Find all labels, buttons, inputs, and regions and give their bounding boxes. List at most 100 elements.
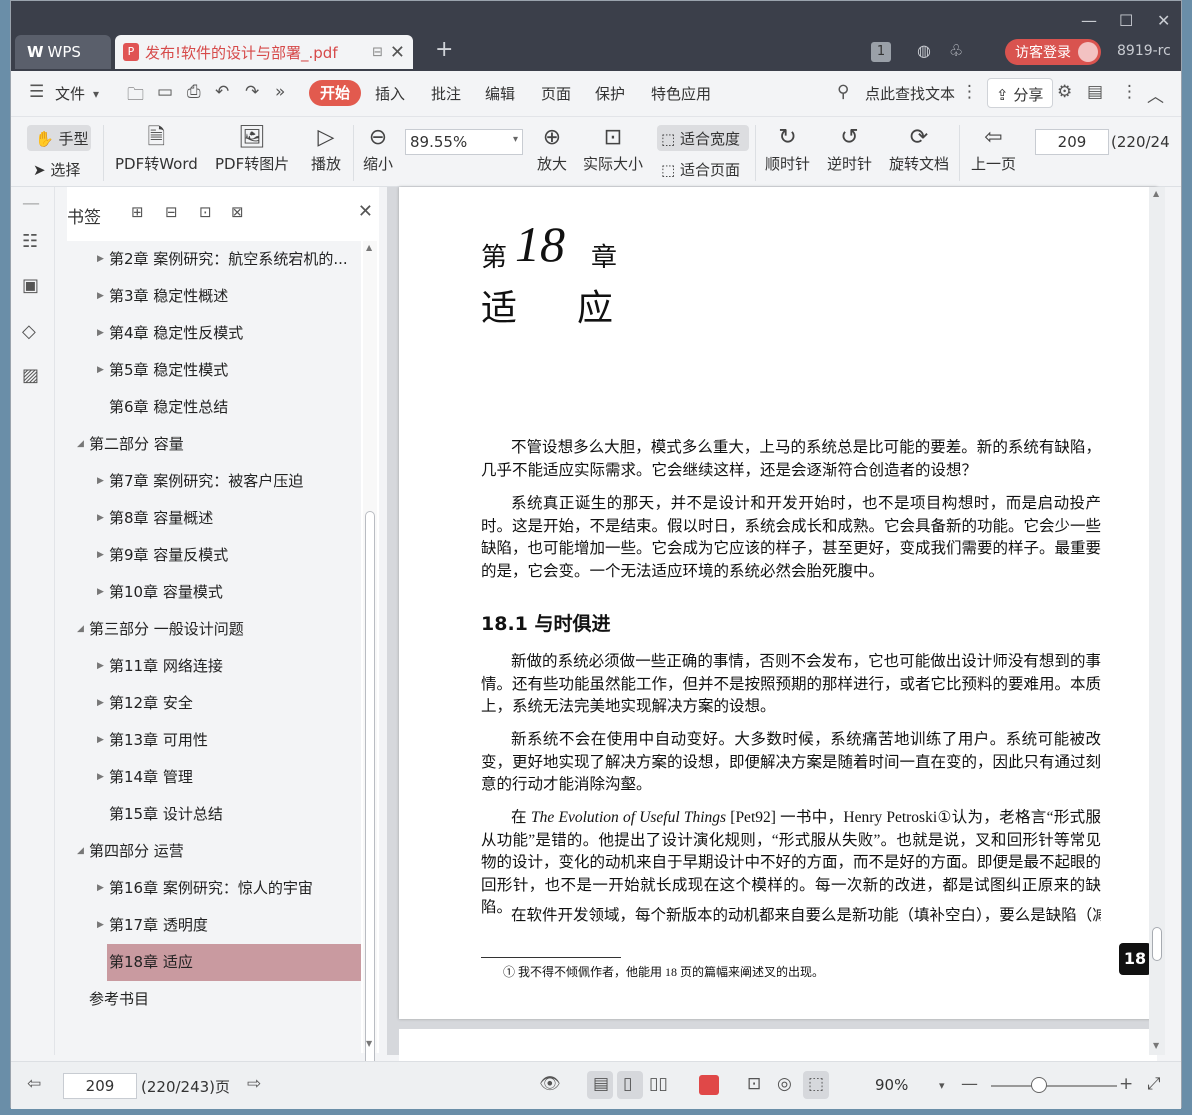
- expand-arrow-icon[interactable]: ▶: [97, 648, 104, 685]
- zoom-out-icon[interactable]: —: [961, 1074, 978, 1094]
- prev-page-icon[interactable]: ⇦: [27, 1074, 41, 1094]
- minimize-icon[interactable]: —: [1081, 11, 1097, 30]
- expand-arrow-icon[interactable]: ▶: [97, 463, 104, 500]
- rotate-document-button[interactable]: ⟳ 旋转文档: [889, 123, 949, 174]
- menu-annotate[interactable]: 批注: [431, 83, 461, 104]
- zoom-dropdown-icon[interactable]: ▾: [939, 1079, 945, 1092]
- zoom-out-button[interactable]: ⊖ 缩小: [363, 123, 393, 174]
- expand-bookmark-icon[interactable]: ⊡: [199, 203, 212, 221]
- zoom-level[interactable]: 90%: [875, 1076, 908, 1094]
- expand-arrow-icon[interactable]: ▶: [97, 870, 104, 907]
- tab-wps-home[interactable]: W WPS: [15, 35, 111, 69]
- collapse-arrow-icon[interactable]: ◢: [77, 833, 84, 870]
- bookmark-scrollbar[interactable]: ▲ ▼: [363, 241, 377, 1081]
- rotate-counterclockwise-button[interactable]: ↺ 逆时针: [827, 123, 872, 174]
- bookmark-item[interactable]: ▶ 第4章 稳定性反模式: [91, 315, 357, 352]
- expand-arrow-icon[interactable]: ▶: [97, 500, 104, 537]
- expand-arrow-icon[interactable]: ▶: [97, 537, 104, 574]
- expand-arrow-icon[interactable]: ▶: [97, 315, 104, 352]
- image-extract-icon[interactable]: ▨: [22, 365, 39, 386]
- bookmark-item[interactable]: ▶ 第11章 网络连接: [91, 648, 357, 685]
- collapse-arrow-icon[interactable]: ◢: [77, 426, 84, 463]
- bookmark-section[interactable]: ◢ 第二部分 容量: [71, 426, 357, 463]
- scrollbar-thumb[interactable]: [1152, 927, 1162, 961]
- menu-file[interactable]: 文件: [55, 83, 85, 104]
- previous-page-button[interactable]: ⇦ 上一页: [971, 123, 1016, 174]
- menu-edit[interactable]: 编辑: [485, 83, 515, 104]
- close-window-icon[interactable]: ✕: [1157, 11, 1170, 30]
- menu-page[interactable]: 页面: [541, 83, 571, 104]
- two-page-view-icon[interactable]: ▯▯: [649, 1074, 668, 1094]
- save-icon[interactable]: ▭: [157, 82, 173, 102]
- bookmark-options-icon[interactable]: ⊠: [231, 203, 244, 221]
- rotate-clockwise-button[interactable]: ↻ 顺时针: [765, 123, 810, 174]
- tab-document[interactable]: P 发布!软件的设计与部署_.pdf ⊟ ✕: [115, 35, 413, 69]
- window-count-badge[interactable]: 1: [871, 42, 891, 62]
- more-vertical-icon[interactable]: ⋮: [1121, 82, 1138, 102]
- vertical-dots-icon[interactable]: ⋮: [961, 82, 978, 102]
- document-view[interactable]: 第 18 章 适应 不管设想多么大胆，模式多么重大，上马的系统总是比可能的要差。…: [387, 187, 1165, 1069]
- bookmark-item[interactable]: ▶ 第12章 安全: [91, 685, 357, 722]
- redo-icon[interactable]: ↷: [245, 82, 259, 102]
- document-scrollbar[interactable]: ▲ ▼: [1149, 187, 1165, 1055]
- bookmark-item[interactable]: ▶ 第17章 透明度: [91, 907, 357, 944]
- menu-protect[interactable]: 保护: [595, 83, 625, 104]
- zoom-in-icon[interactable]: +: [1119, 1074, 1133, 1094]
- maximize-icon[interactable]: ☐: [1119, 11, 1133, 30]
- bookmark-item[interactable]: ▶ 第9章 容量反模式: [91, 537, 357, 574]
- search-icon[interactable]: ⚲: [837, 82, 849, 102]
- scroll-up-icon[interactable]: ▲: [366, 243, 372, 252]
- shirt-icon[interactable]: ♧: [949, 41, 963, 60]
- menu-features[interactable]: 特色应用: [651, 83, 711, 104]
- close-panel-icon[interactable]: ✕: [358, 201, 373, 222]
- remove-bookmark-icon[interactable]: ⊟: [165, 203, 178, 221]
- actual-size-button[interactable]: ⊡ 实际大小: [583, 123, 643, 174]
- bookmark-item[interactable]: ▶ 第13章 可用性: [91, 722, 357, 759]
- settings-icon[interactable]: ⚙: [1057, 82, 1072, 102]
- fit-width-button[interactable]: ⬚ 适合宽度: [657, 125, 749, 151]
- menu-insert[interactable]: 插入: [375, 83, 405, 104]
- collapse-arrow-icon[interactable]: ◢: [77, 611, 84, 648]
- undo-icon[interactable]: ↶: [215, 82, 229, 102]
- add-bookmark-icon[interactable]: ⊞: [131, 203, 144, 221]
- open-folder-icon[interactable]: 🗀: [127, 82, 144, 111]
- play-slideshow-icon[interactable]: [699, 1075, 719, 1095]
- more-icon[interactable]: »: [275, 82, 285, 102]
- new-tab-icon[interactable]: +: [435, 37, 453, 62]
- bookmark-item[interactable]: ▶ 第3章 稳定性概述: [91, 278, 357, 315]
- hand-tool-button[interactable]: ✋ 手型: [27, 125, 91, 151]
- hamburger-icon[interactable]: ☰: [29, 82, 44, 102]
- expand-arrow-icon[interactable]: ▶: [97, 907, 104, 944]
- eye-protection-icon[interactable]: 👁: [539, 1074, 561, 1094]
- bookmark-item[interactable]: ▶ 第8章 容量概述: [91, 500, 357, 537]
- play-button[interactable]: ▷ 播放: [311, 123, 341, 174]
- bookmark-item[interactable]: 第15章 设计总结: [91, 796, 357, 833]
- login-button[interactable]: 访客登录: [1005, 39, 1101, 65]
- zoom-slider-knob[interactable]: [1031, 1077, 1047, 1093]
- skin-icon[interactable]: ◍: [917, 41, 931, 60]
- scroll-up-icon[interactable]: ▲: [1153, 189, 1159, 198]
- bookmark-section[interactable]: ◢ 第三部分 一般设计问题: [71, 611, 357, 648]
- expand-arrow-icon[interactable]: ▶: [97, 722, 104, 759]
- zoom-in-button[interactable]: ⊕ 放大: [537, 123, 567, 174]
- expand-arrow-icon[interactable]: ▶: [97, 685, 104, 722]
- search-text-button[interactable]: 点此查找文本: [865, 83, 955, 104]
- bookmark-panel-icon[interactable]: ☷: [22, 231, 38, 252]
- bookmark-item[interactable]: 参考书目: [71, 981, 357, 1018]
- bookmark-item-selected[interactable]: 第18章 适应: [107, 944, 361, 981]
- status-page-input[interactable]: 209: [63, 1073, 137, 1099]
- expand-arrow-icon[interactable]: ▶: [97, 759, 104, 796]
- comment-icon[interactable]: ▤: [1087, 82, 1103, 102]
- bookmark-item[interactable]: ▶ 第2章 案例研究：航空系统宕机的...: [91, 241, 357, 278]
- expand-arrow-icon[interactable]: ▶: [97, 352, 104, 389]
- close-tab-icon[interactable]: ✕: [390, 42, 405, 63]
- bookmark-item[interactable]: 第6章 稳定性总结: [91, 389, 357, 426]
- share-button[interactable]: ⇪ 分享: [987, 78, 1053, 108]
- bookmark-item[interactable]: ▶ 第5章 稳定性模式: [91, 352, 357, 389]
- chevron-down-icon[interactable]: ▾: [93, 87, 99, 101]
- print-icon[interactable]: ⎙: [187, 82, 201, 102]
- bookmark-item[interactable]: ▶ 第14章 管理: [91, 759, 357, 796]
- page-number-input[interactable]: 209: [1035, 129, 1109, 155]
- bookmark-item[interactable]: ▶ 第16章 案例研究：惊人的宇宙: [91, 870, 357, 907]
- thumbnail-icon[interactable]: ▣: [22, 275, 39, 296]
